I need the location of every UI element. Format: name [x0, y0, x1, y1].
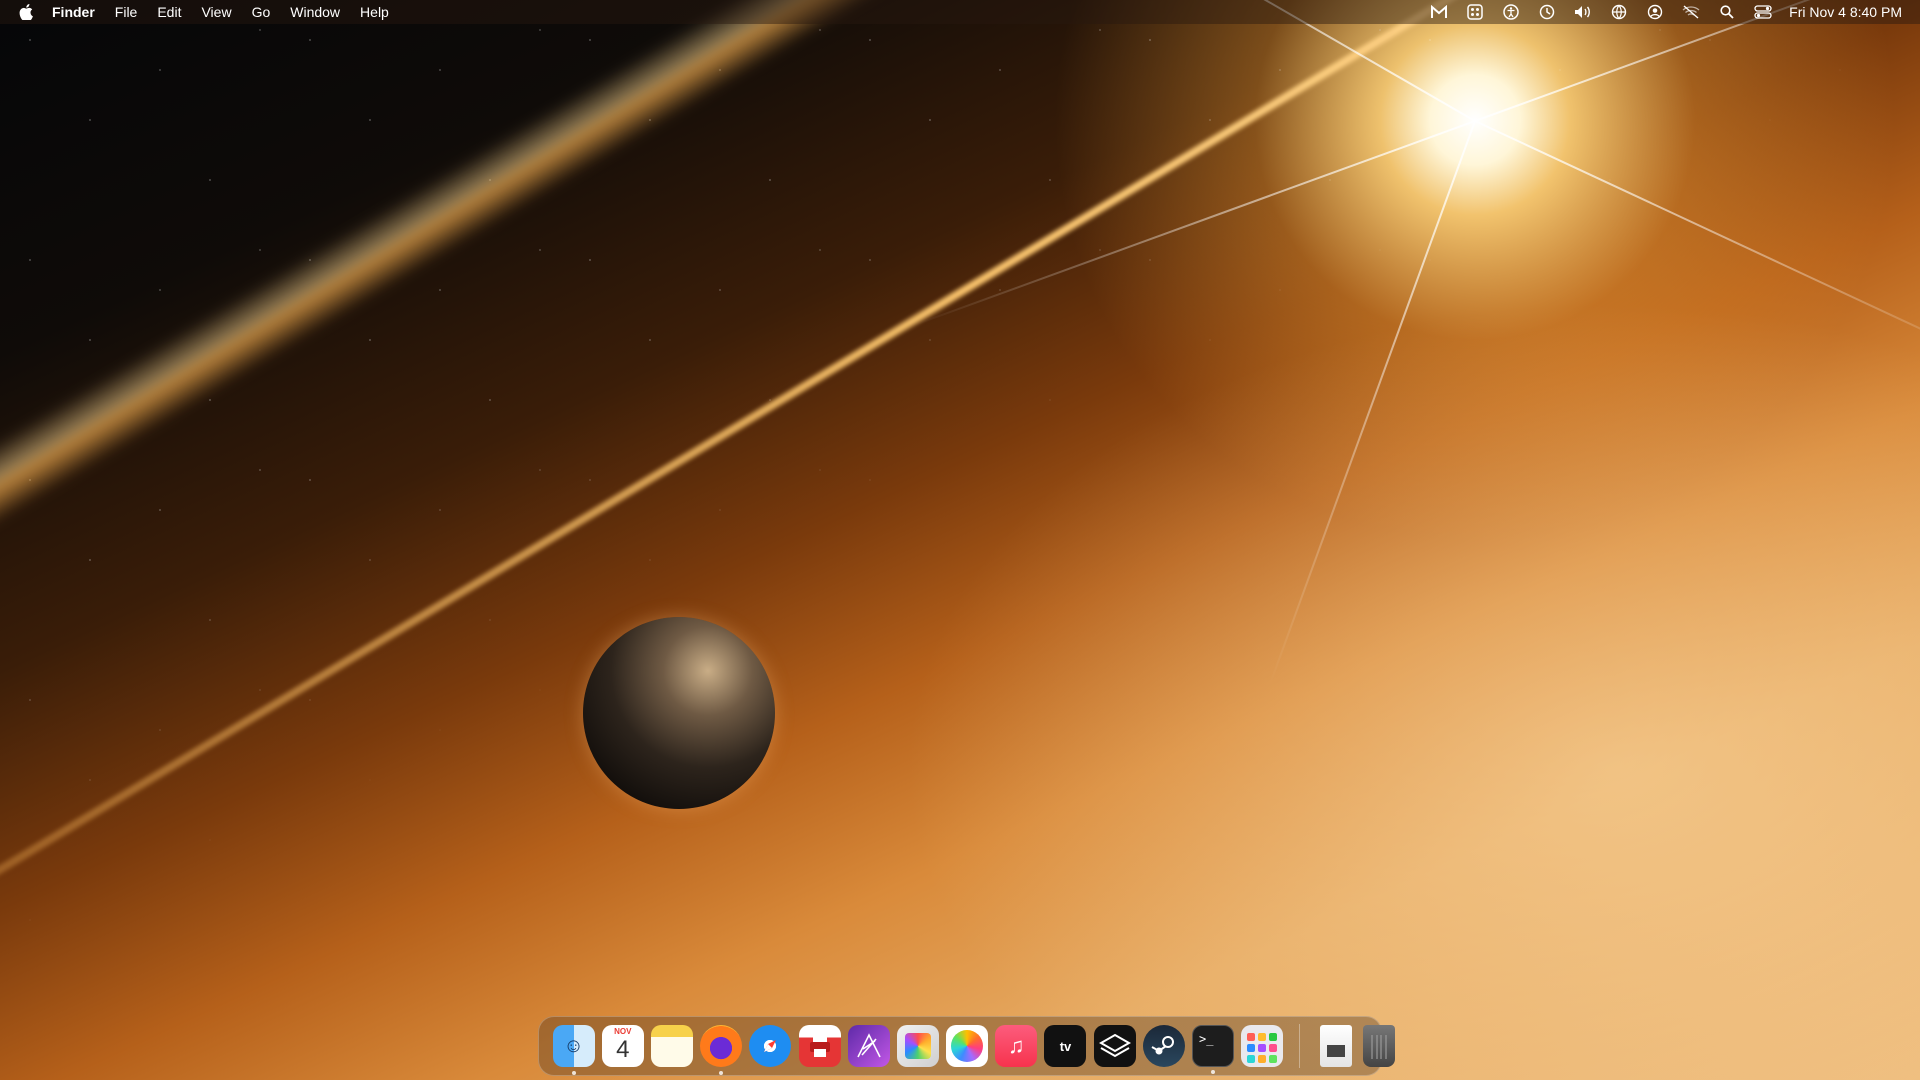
control-center-icon[interactable] [1745, 0, 1781, 24]
dock-document[interactable] [1319, 1025, 1352, 1067]
affinity-icon [857, 1033, 881, 1058]
running-indicator [719, 1071, 724, 1075]
calendar-day: 4 [616, 1036, 630, 1063]
menu-edit[interactable]: Edit [147, 0, 191, 24]
dock-steam[interactable] [1142, 1025, 1185, 1067]
menu-bar-left: Finder File Edit View Go Window Help [0, 0, 399, 24]
layers-icon [1098, 1033, 1131, 1058]
menu-file[interactable]: File [105, 0, 148, 24]
running-indicator [571, 1071, 576, 1075]
dock-printer[interactable] [798, 1025, 841, 1067]
launchpad-tile [1269, 1033, 1278, 1041]
steam-icon [1151, 1036, 1174, 1055]
launchpad-tile [1247, 1044, 1256, 1052]
running-indicator [1211, 1070, 1216, 1074]
finder-icon: ☺ [563, 1034, 584, 1057]
dock-notes[interactable] [650, 1025, 693, 1067]
dock-launchpad[interactable] [1241, 1025, 1284, 1067]
terminal-prompt: >_ [1199, 1032, 1214, 1046]
time-machine-icon[interactable] [1529, 0, 1565, 24]
dock-firefox[interactable] [700, 1025, 743, 1075]
dock-apple-tv[interactable]: tv [1044, 1025, 1087, 1067]
dock-finder[interactable]: ☺ [552, 1025, 595, 1075]
compass-icon [764, 1040, 777, 1052]
menu-view[interactable]: View [191, 0, 241, 24]
menu-bar-right: Fri Nov 4 8:40 PM [1421, 0, 1920, 24]
dock-terminal[interactable]: >_ [1192, 1025, 1235, 1074]
apple-tv-icon: tv [1059, 1038, 1072, 1054]
pixelmator-icon [904, 1033, 931, 1059]
menu-window[interactable]: Window [280, 0, 350, 24]
planet [583, 617, 775, 809]
photos-icon [951, 1030, 984, 1062]
dock-photos[interactable] [946, 1025, 989, 1067]
launchpad-tile [1247, 1055, 1256, 1063]
dock-affinity-designer[interactable] [847, 1025, 890, 1067]
menu-bar: Finder File Edit View Go Window Help Fri… [0, 0, 1920, 24]
launchpad-tile [1269, 1055, 1278, 1063]
dock-music[interactable]: ♫ [995, 1025, 1038, 1067]
dust-cloud [900, 300, 1920, 1080]
launchpad-tile [1258, 1055, 1267, 1063]
document-icon [1326, 1045, 1345, 1057]
apple-icon[interactable] [0, 4, 52, 20]
dock: ☺ NOV 4 ♫ tv >_ [538, 1016, 1396, 1076]
dock-safari[interactable] [749, 1025, 792, 1067]
dock-trash[interactable] [1363, 1025, 1396, 1067]
app-grid-icon[interactable] [1457, 0, 1493, 24]
music-note-icon: ♫ [1008, 1033, 1025, 1058]
trash-icon [1371, 1035, 1388, 1059]
dock-calendar[interactable]: NOV 4 [601, 1025, 644, 1067]
spotlight-icon[interactable] [1709, 0, 1745, 24]
user-icon[interactable] [1637, 0, 1673, 24]
dock-separator [1298, 1024, 1300, 1068]
vpn-icon[interactable] [1601, 0, 1637, 24]
launchpad-tile [1269, 1044, 1278, 1052]
menu-bar-clock[interactable]: Fri Nov 4 8:40 PM [1781, 4, 1902, 20]
menu-finder[interactable]: Finder [52, 0, 105, 24]
volume-icon[interactable] [1565, 0, 1601, 24]
printer-icon [809, 1036, 830, 1057]
desktop-wallpaper [0, 0, 1920, 1080]
wifi-off-icon[interactable] [1673, 0, 1709, 24]
menu-go[interactable]: Go [242, 0, 281, 24]
accessibility-icon[interactable] [1493, 0, 1529, 24]
launchpad-tile [1258, 1033, 1267, 1041]
launchpad-tile [1247, 1033, 1256, 1041]
dock-sketch[interactable] [1093, 1025, 1136, 1067]
menu-help[interactable]: Help [350, 0, 399, 24]
dock-pixelmator[interactable] [896, 1025, 939, 1067]
launchpad-tile [1258, 1044, 1267, 1052]
gmail-icon[interactable] [1421, 0, 1457, 24]
